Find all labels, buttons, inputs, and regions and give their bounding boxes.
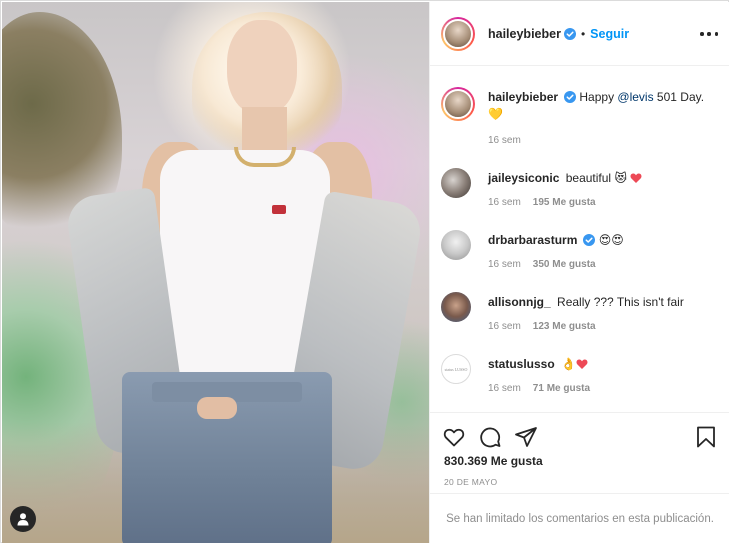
caption-text-after: 501 Day. [653, 90, 705, 104]
follow-button[interactable]: Seguir [590, 27, 629, 41]
comment-text: Really ??? This isn't fair [557, 295, 684, 309]
caption-mention-link[interactable]: @levis [617, 90, 653, 104]
caption-body: haileybieber Happy @levis 501 Day. 💛 [488, 89, 718, 123]
photo-levis-tab [272, 205, 286, 214]
comment-meta: 16 sem 350 Me gusta [488, 259, 596, 270]
comment-text: beautiful [565, 171, 612, 185]
comment-time[interactable]: 16 sem [488, 383, 521, 394]
comment-meta: 16 sem 71 Me gusta [488, 383, 590, 394]
post-side-panel: haileybieber • Seguir haileybieber Happy… [429, 2, 729, 543]
action-icons-row [442, 425, 718, 449]
comment-username[interactable]: jaileysiconic [488, 171, 559, 185]
yellow-heart-emoji: 💛 [488, 107, 503, 121]
comment-likes[interactable]: 195 Me gusta [533, 197, 596, 208]
comment-avatar[interactable] [441, 230, 471, 260]
photo-hand [197, 397, 237, 419]
comment-meta: 16 sem 195 Me gusta [488, 197, 596, 208]
comment-likes[interactable]: 123 Me gusta [533, 321, 596, 332]
user-tag-icon [17, 513, 29, 526]
avatar-logo-text: status LUSSO [444, 366, 468, 372]
bookmark-icon[interactable] [694, 425, 718, 449]
comment-avatar[interactable] [441, 292, 471, 322]
post-actions: 830.369 Me gusta 20 DE MAYO [430, 412, 729, 492]
comment-username[interactable]: drbarbarasturm [488, 233, 577, 247]
comment-time[interactable]: 16 sem [488, 197, 521, 208]
comment-meta: 16 sem 123 Me gusta [488, 321, 596, 332]
red-heart-emoji-icon [576, 359, 588, 369]
heart-eyes-emoji: 😍😍 [598, 233, 624, 247]
comment-username[interactable]: statuslusso [488, 357, 555, 371]
verified-badge-icon [564, 91, 577, 103]
more-options-icon[interactable] [700, 26, 718, 42]
comments-limited-notice: Se han limitado los comentarios en esta … [430, 493, 729, 543]
cat-heart-eyes-emoji: 😻 [614, 171, 627, 185]
post-modal: haileybieber • Seguir haileybieber Happy… [0, 0, 729, 543]
caption-avatar[interactable] [441, 87, 475, 121]
user-tag-button[interactable] [10, 506, 36, 532]
photo-face [227, 20, 297, 115]
post-photo[interactable] [2, 2, 429, 543]
post-like-count[interactable]: 830.369 Me gusta [444, 454, 543, 468]
verified-badge-icon [583, 234, 596, 246]
comment-likes[interactable]: 71 Me gusta [533, 383, 590, 394]
comment-body: statuslusso 👌 [488, 356, 718, 373]
red-heart-emoji-icon [630, 173, 642, 183]
caption-meta: 16 sem [488, 135, 521, 146]
ok-hand-emoji: 👌 [561, 357, 576, 371]
separator-dot: • [580, 26, 586, 41]
comment-time[interactable]: 16 sem [488, 321, 521, 332]
verified-badge-icon [563, 27, 576, 40]
comment-username[interactable]: allisonnjg_ [488, 295, 551, 309]
comment-body: jaileysiconic beautiful 😻 [488, 170, 718, 187]
caption-text-before: Happy [579, 90, 618, 104]
author-avatar[interactable] [441, 16, 475, 51]
caption-username[interactable]: haileybieber [488, 90, 558, 104]
author-username[interactable]: haileybieber [488, 27, 561, 41]
comment-avatar[interactable]: status LUSSO [441, 354, 471, 384]
comment-time[interactable]: 16 sem [488, 259, 521, 270]
comment-body: drbarbarasturm 😍😍 [488, 232, 718, 249]
heart-icon[interactable] [442, 425, 466, 449]
comment-body: allisonnjg_ Really ??? This isn't fair [488, 294, 718, 311]
share-icon[interactable] [514, 425, 538, 449]
comments-list[interactable]: haileybieber Happy @levis 501 Day. 💛 16 … [430, 67, 729, 412]
post-header: haileybieber • Seguir [430, 2, 729, 66]
comment-likes[interactable]: 350 Me gusta [533, 259, 596, 270]
comment-avatar[interactable] [441, 168, 471, 198]
caption-time[interactable]: 16 sem [488, 135, 521, 146]
comment-icon[interactable] [478, 425, 502, 449]
post-date[interactable]: 20 DE MAYO [444, 477, 497, 487]
